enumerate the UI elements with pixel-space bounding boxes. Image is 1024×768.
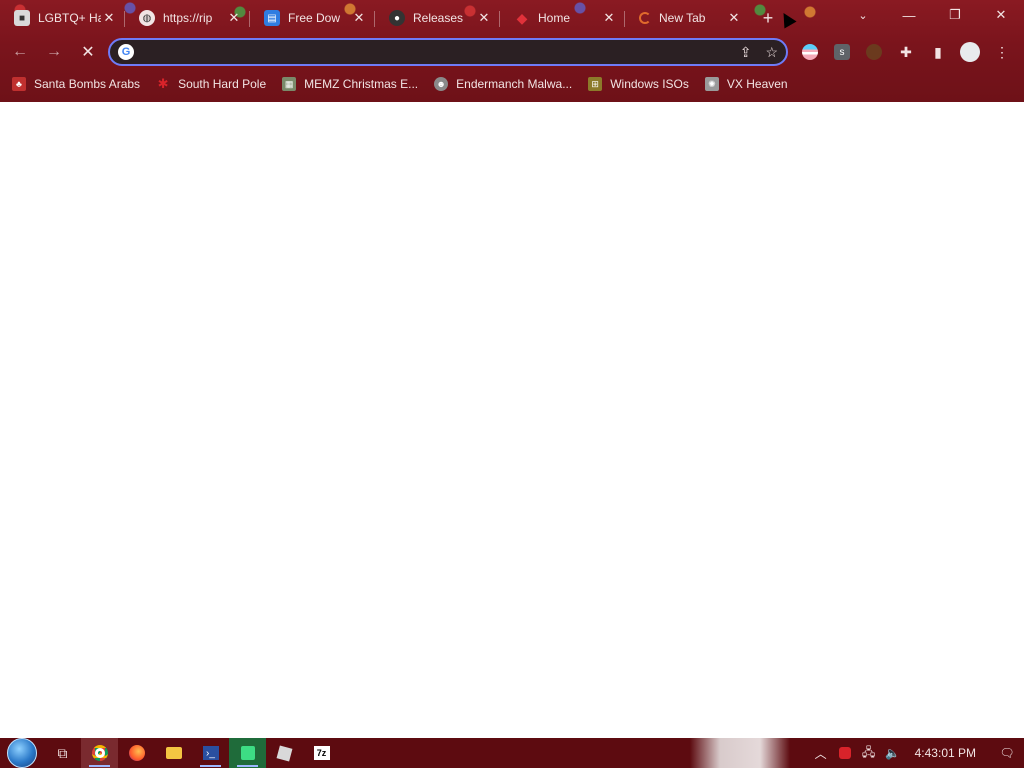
share-icon[interactable]: ⇪ xyxy=(740,44,752,61)
bookmark-item[interactable]: ⊞ Windows ISOs xyxy=(588,77,689,91)
bookmark-item[interactable]: ☻ Endermanch Malwa... xyxy=(434,77,572,91)
minimize-icon[interactable]: — xyxy=(886,0,932,30)
santa-icon: ♣ xyxy=(12,77,26,91)
bookmark-label: Endermanch Malwa... xyxy=(456,77,573,91)
skull-icon: ☻ xyxy=(434,77,449,91)
docs-icon: ▤ xyxy=(264,10,280,26)
windows-icon: ⊞ xyxy=(588,77,603,91)
bookmark-star-icon[interactable]: ☆ xyxy=(765,44,778,61)
task-view-icon[interactable]: ⧉ xyxy=(44,738,81,768)
close-icon[interactable]: ✕ xyxy=(601,10,617,26)
bookmark-label: Santa Bombs Arabs xyxy=(34,77,141,91)
bookmark-label: MEMZ Christmas E... xyxy=(304,77,419,91)
close-icon[interactable]: ✕ xyxy=(226,10,242,26)
firefox-icon[interactable] xyxy=(118,738,155,768)
address-input[interactable] xyxy=(144,43,740,61)
taskbar-wallpaper-art xyxy=(690,738,790,768)
tab-title: Home xyxy=(538,11,571,25)
tab-title: LGBTQ+ Ha xyxy=(38,11,101,25)
s-extension-icon[interactable]: s xyxy=(830,40,854,64)
system-tray: ︿ 🖧 🔈 4:43:01 PM 🗨 xyxy=(809,738,1024,768)
close-icon[interactable]: ✕ xyxy=(101,10,117,26)
puzzle-extensions-icon[interactable]: ✚ xyxy=(894,40,918,64)
chrome-icon[interactable] xyxy=(81,738,118,768)
volume-icon[interactable]: 🔈 xyxy=(881,738,905,768)
browser-frame: ■ LGBTQ+ Ha ✕ ◍ https://rip ✕ ▤ Free Dow… xyxy=(0,0,1024,102)
tab-4[interactable]: ● Releases ✕ xyxy=(375,2,500,34)
avatar-extension-icon[interactable] xyxy=(862,40,886,64)
trans-flag-extension-icon[interactable] xyxy=(798,40,822,64)
close-icon[interactable]: ✕ xyxy=(726,10,742,26)
window-controls: — ❐ ✕ xyxy=(886,0,1024,30)
side-panel-icon[interactable]: ▮ xyxy=(926,40,950,64)
star-icon: ✱ xyxy=(157,76,169,91)
tab-6-active[interactable]: New Tab ✕ xyxy=(625,2,750,34)
page-content-blank xyxy=(0,102,1024,738)
menu-kebab-icon[interactable]: ⋮ xyxy=(990,40,1014,64)
toolbar: ← → ✕ G ⇪ ☆ s ✚ ▮ ⋮ xyxy=(0,36,1024,68)
red-tray-app-icon[interactable] xyxy=(833,738,857,768)
start-button[interactable] xyxy=(0,738,44,768)
roblox-icon: ■ xyxy=(14,10,30,26)
bookmark-item[interactable]: ✱ South Hard Pole xyxy=(156,76,267,91)
virus-icon: ✺ xyxy=(704,77,719,91)
bookmark-item[interactable]: ✺ VX Heaven xyxy=(704,77,788,91)
tab-2[interactable]: ◍ https://rip ✕ xyxy=(125,2,250,34)
chevron-up-icon[interactable]: ︿ xyxy=(809,738,833,768)
bookmark-label: South Hard Pole xyxy=(178,77,267,91)
green-app-icon[interactable] xyxy=(229,738,266,768)
close-icon[interactable]: ✕ xyxy=(351,10,367,26)
stop-loading-icon[interactable]: ✕ xyxy=(74,38,102,66)
tab-1[interactable]: ■ LGBTQ+ Ha ✕ xyxy=(0,2,125,34)
bookmark-item[interactable]: ▦ MEMZ Christmas E... xyxy=(282,77,418,91)
windows-taskbar: ⧉ ›_ 7z ︿ 🖧 🔈 4:43:01 PM 🗨 xyxy=(0,738,1024,768)
network-icon[interactable]: 🖧 xyxy=(857,738,881,768)
bookmark-label: VX Heaven xyxy=(726,77,788,91)
tab-3[interactable]: ▤ Free Dow ✕ xyxy=(250,2,375,34)
back-arrow-icon[interactable]: ← xyxy=(6,38,34,66)
7zip-icon[interactable]: 7z xyxy=(303,738,340,768)
file-explorer-icon[interactable] xyxy=(155,738,192,768)
memz-icon: ▦ xyxy=(282,77,297,91)
tab-title: New Tab xyxy=(659,11,706,25)
tab-title: https://rip xyxy=(163,11,213,25)
notification-icon[interactable]: 🗨 xyxy=(990,746,1024,760)
tab-5[interactable]: ◆ Home ✕ xyxy=(500,2,625,34)
powershell-icon[interactable]: ›_ xyxy=(192,738,229,768)
loading-icon xyxy=(639,12,651,24)
tab-title: Free Dow xyxy=(288,11,341,25)
windows-orb-icon xyxy=(7,738,37,768)
globe-icon: ◍ xyxy=(139,10,155,26)
bookmark-label: Windows ISOs xyxy=(610,77,689,91)
close-icon[interactable]: ✕ xyxy=(476,10,492,26)
tab-title: Releases xyxy=(413,11,464,25)
forward-arrow-icon[interactable]: → xyxy=(40,38,68,66)
restore-icon[interactable]: ❐ xyxy=(932,0,978,30)
clock[interactable]: 4:43:01 PM xyxy=(905,746,990,760)
bookmarks-bar: ♣ Santa Bombs Arabs ✱ South Hard Pole ▦ … xyxy=(0,72,1024,96)
bookmark-item[interactable]: ♣ Santa Bombs Arabs xyxy=(12,77,140,91)
ruby-icon: ◆ xyxy=(516,9,528,26)
address-bar[interactable]: G ⇪ ☆ xyxy=(108,38,788,66)
roblox-icon[interactable] xyxy=(266,738,303,768)
github-icon: ● xyxy=(389,10,405,26)
google-icon: G xyxy=(118,44,134,60)
tab-search-chevron-icon[interactable]: ⌄ xyxy=(850,4,876,26)
close-window-icon[interactable]: ✕ xyxy=(978,0,1024,30)
profile-icon[interactable] xyxy=(958,40,982,64)
